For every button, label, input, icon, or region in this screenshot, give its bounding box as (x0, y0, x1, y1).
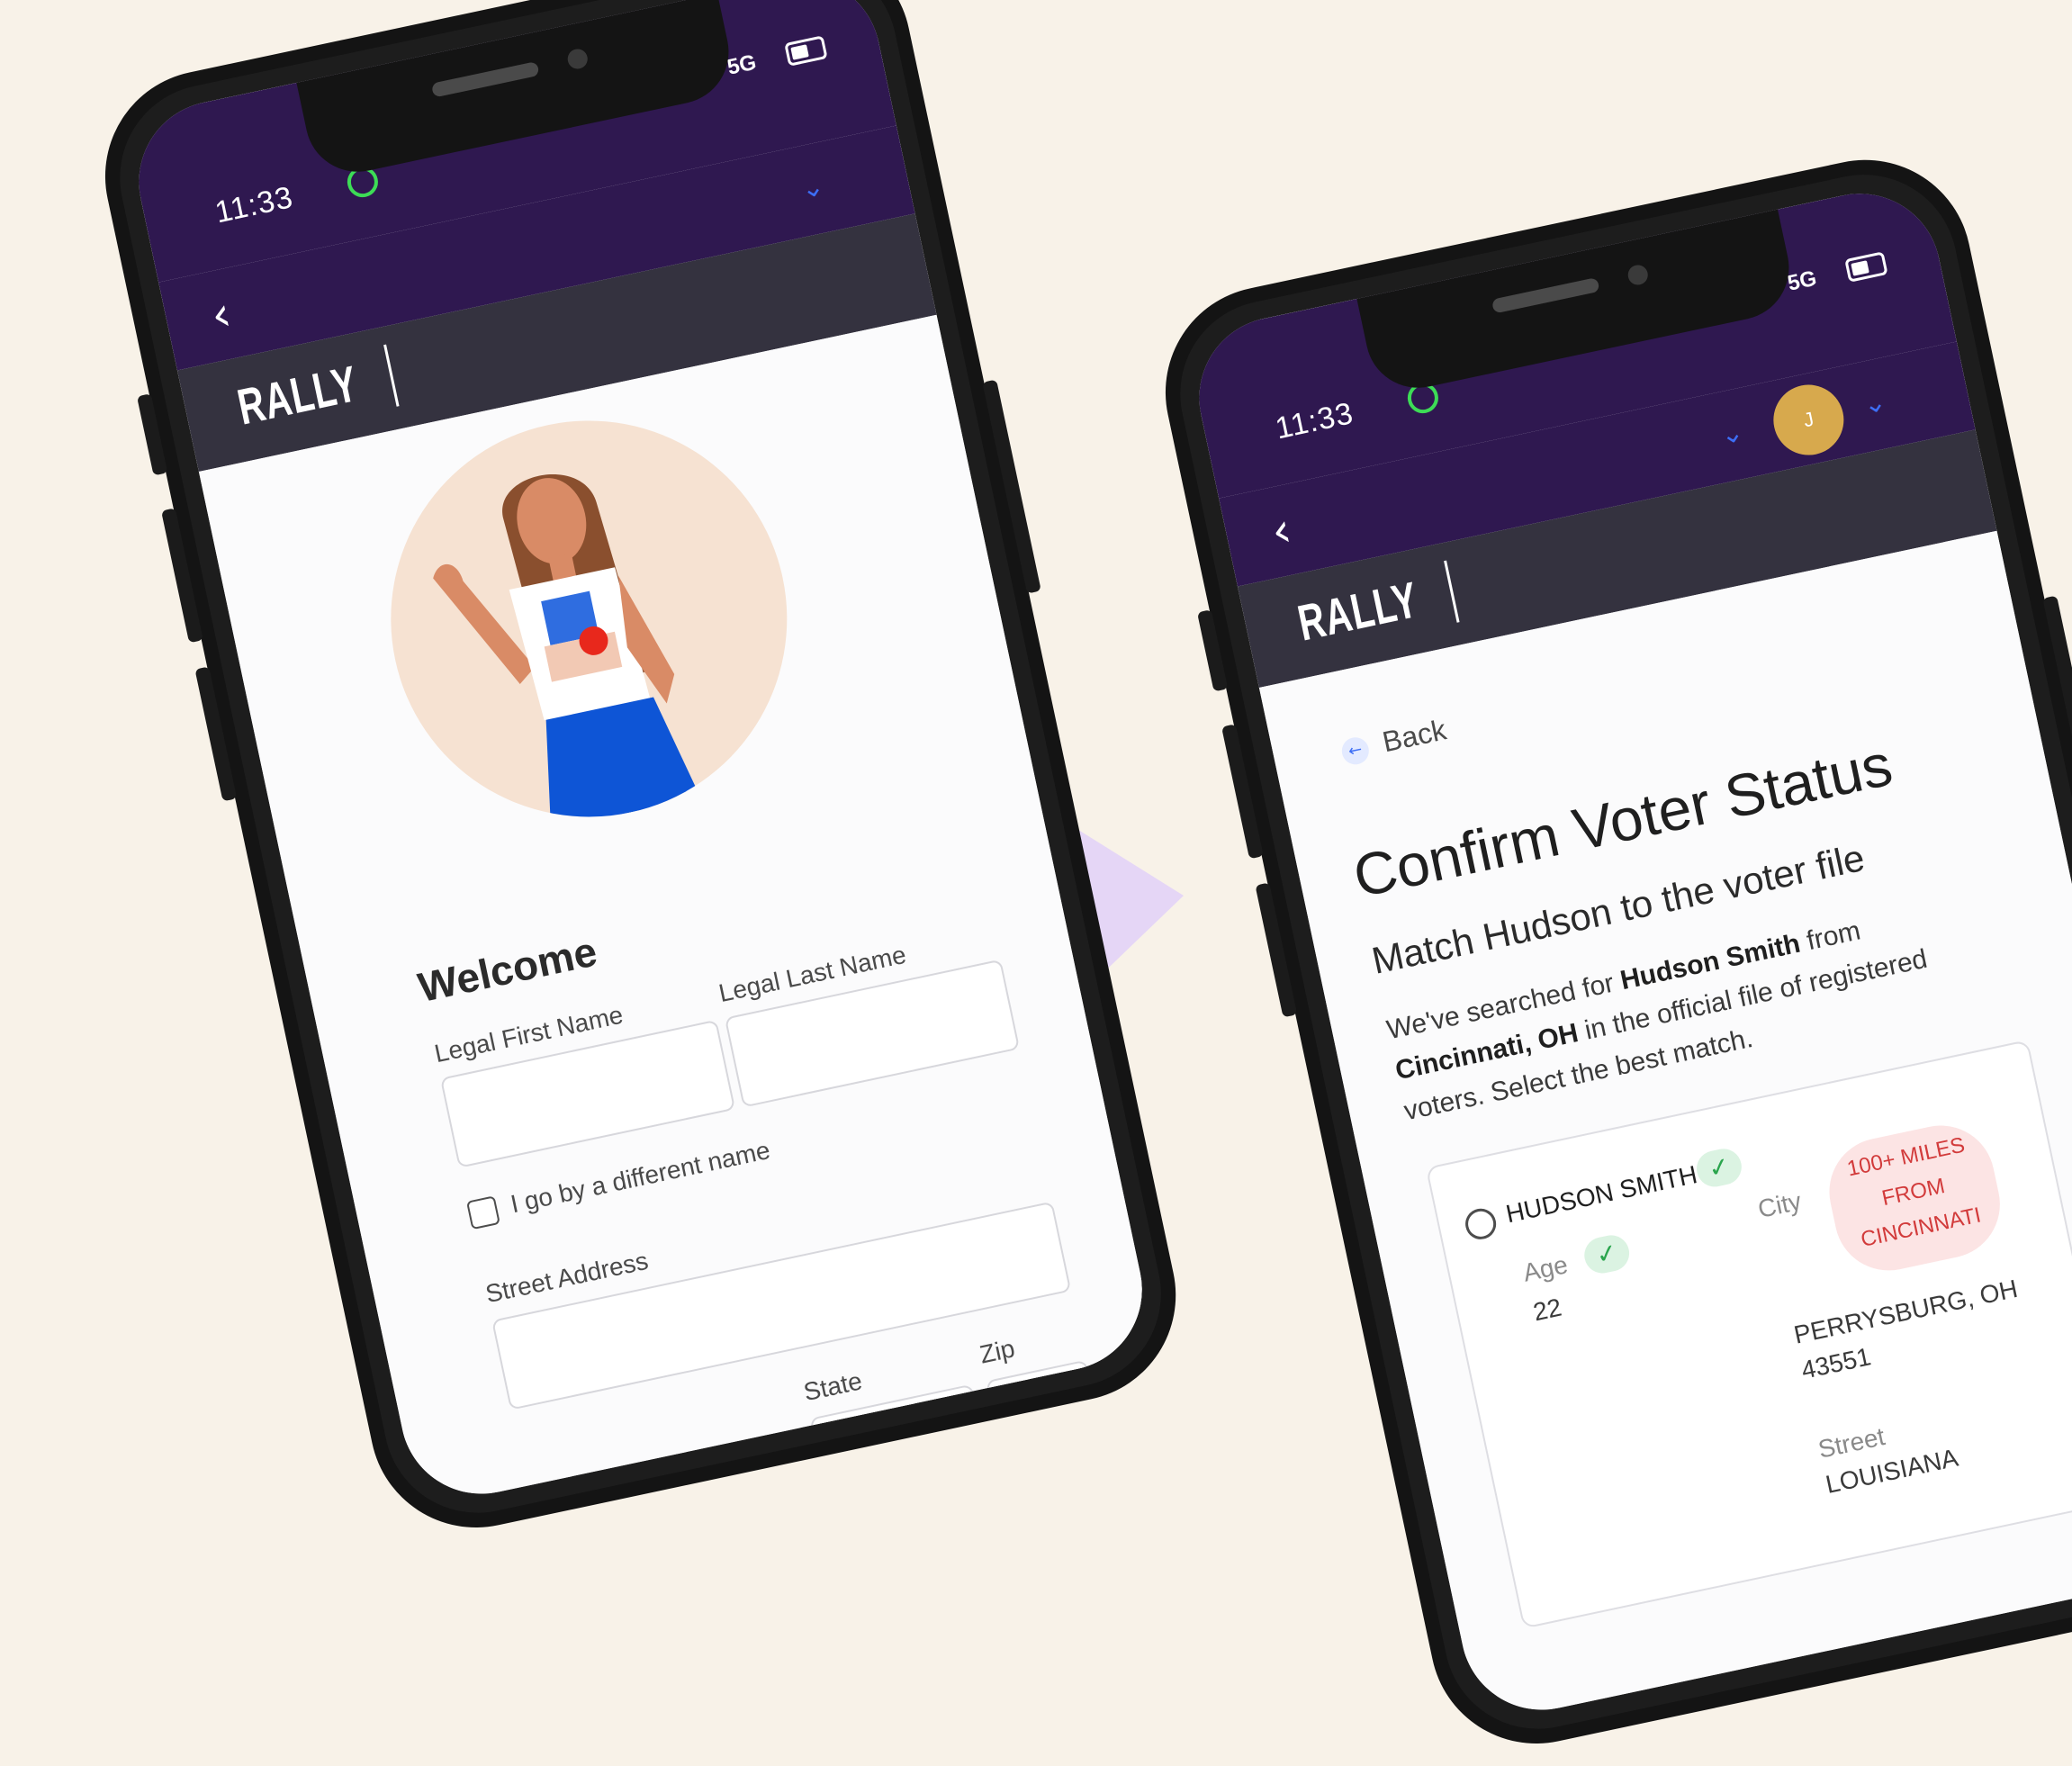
arrow-left-icon[interactable]: ← (1339, 734, 1372, 768)
voter-status-content: ← Back Confirm Voter Status Match Hudson… (1258, 530, 2072, 1725)
signal-strength-icon: 5G (1785, 266, 1819, 296)
signal-strength-icon: 5G (725, 50, 759, 80)
front-camera (565, 47, 590, 71)
status-time: 11:33 (212, 180, 297, 230)
avatar[interactable]: J (1767, 378, 1851, 462)
phone-signup-form: 11:33 5G ‹ ⌄ RALLY Welcome Legal First N… (86, 0, 1196, 1547)
form-title: Welcome (414, 927, 601, 1012)
rally-logo: RALLY (232, 355, 363, 436)
phone-screen: 11:33 5G ‹ Rally Together - N... ⌄ J ⌄ R… (1184, 178, 2072, 1725)
battery-icon (784, 35, 828, 67)
status-time: 11:33 (1272, 396, 1357, 446)
phone-side-button (1196, 609, 1229, 692)
age-label: Age (1520, 1250, 1571, 1287)
org-switcher-chevron-down-icon[interactable]: ⌄ (1717, 416, 1746, 451)
street-address-input[interactable] (491, 1201, 1072, 1410)
brand-divider (383, 344, 400, 407)
age-value: 22 (1530, 1293, 1564, 1327)
back-link[interactable]: Back (1380, 713, 1449, 759)
battery-icon (1844, 251, 1888, 283)
chevron-left-icon[interactable]: ‹ (1266, 503, 1296, 560)
state-select[interactable] (809, 1383, 991, 1509)
match-radio-button[interactable] (1462, 1205, 1500, 1242)
street-label: Street (1815, 1422, 1887, 1464)
different-name-checkbox[interactable] (465, 1195, 500, 1230)
zip-value: 43551 (1798, 1342, 1874, 1384)
zip-input[interactable] (986, 1359, 1105, 1472)
distance-warning-badge: 100+ MILES FROM CINCINNATI (1819, 1115, 2011, 1281)
zip-label: Zip (977, 1334, 1018, 1369)
speaker-grille (430, 60, 540, 98)
front-camera (1626, 263, 1650, 287)
waving-woman-illustration (433, 473, 701, 830)
phone-voter-status: 11:33 5G ‹ Rally Together - N... ⌄ J ⌄ R… (1146, 140, 2072, 1763)
city-label: City (1755, 1186, 1804, 1223)
match-name: HUDSON SMITH (1503, 1160, 1700, 1229)
hero-illustration (354, 383, 824, 854)
voter-match-card[interactable]: HUDSON SMITH ✓ Age ✓ 22 City 100+ MILES … (1425, 1039, 2072, 1629)
phone-side-button (136, 393, 168, 476)
age-match-check-icon: ✓ (1581, 1231, 1633, 1277)
chevron-down-icon[interactable]: ⌄ (798, 170, 827, 205)
phone-screen: 11:33 5G ‹ ⌄ RALLY Welcome Legal First N… (123, 0, 1158, 1509)
city-value: PERRYSBURG, OH (1791, 1274, 2021, 1349)
rally-logo: RALLY (1293, 571, 1423, 652)
name-match-check-icon: ✓ (1693, 1145, 1745, 1191)
state-label: State (801, 1366, 865, 1407)
brand-divider (1444, 560, 1460, 623)
speaker-grille (1491, 276, 1600, 314)
chevron-left-icon[interactable]: ‹ (206, 287, 236, 344)
description-text: from (1797, 915, 1863, 958)
account-chevron-down-icon[interactable]: ⌄ (1860, 386, 1889, 421)
